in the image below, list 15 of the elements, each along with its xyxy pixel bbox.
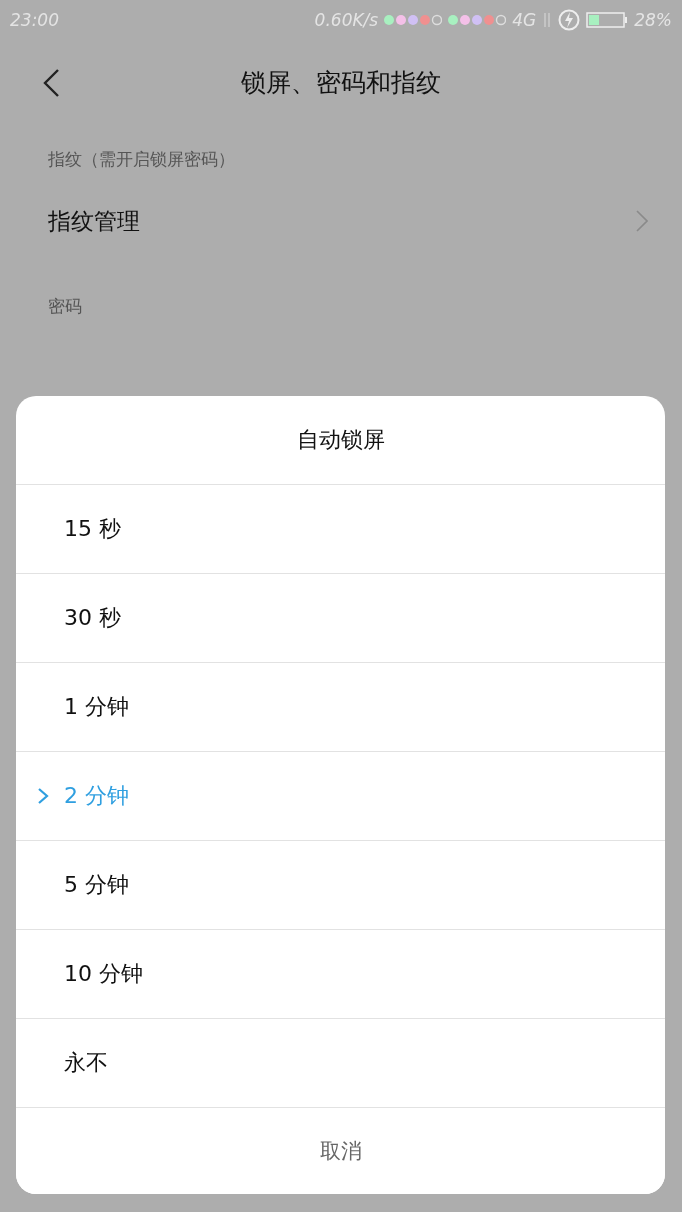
lightning-icon [558,9,581,31]
option-item[interactable]: 5 分钟 [16,841,665,930]
section-header: 指纹（需开启锁屏密码） [47,148,236,171]
battery-icon [586,11,629,29]
settings-item[interactable]: 指纹管理 [48,205,636,237]
dialog-title: 自动锁屏 [296,426,385,454]
chevron-icon [636,210,648,232]
back-icon[interactable] [42,68,60,98]
option-item[interactable]: 1 分钟 [16,663,665,752]
option-item[interactable]: 30 秒 [16,574,665,663]
option-item[interactable]: 15 秒 [16,485,665,574]
option-item[interactable]: 10 分钟 [16,930,665,1019]
chevron-icon [36,786,50,806]
section-header: 密码 [47,295,83,318]
page-title: 锁屏、密码和指纹 [241,66,441,99]
